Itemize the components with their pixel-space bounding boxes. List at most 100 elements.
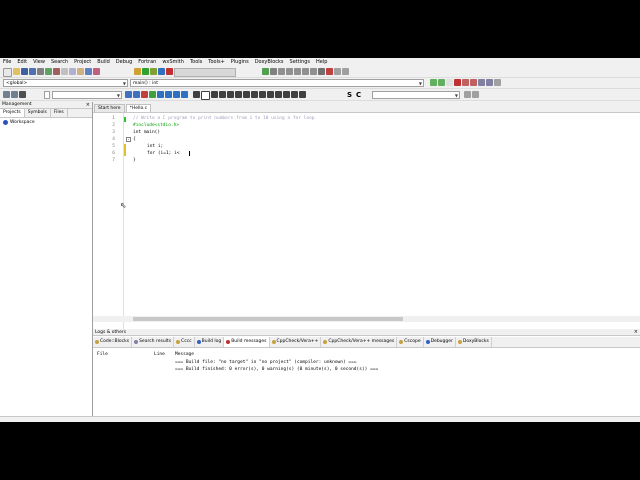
regex-combo[interactable]: ▼ [52, 91, 122, 99]
code-tool-7-icon[interactable] [173, 91, 180, 98]
new-file-icon[interactable] [3, 68, 12, 77]
code-tool-4-icon[interactable] [149, 91, 156, 98]
mini-combo[interactable] [44, 91, 50, 99]
stop-debug-icon[interactable] [326, 68, 333, 75]
code-tool-8-icon[interactable] [181, 91, 188, 98]
menu-tools-plus[interactable]: Tools+ [205, 58, 228, 66]
menu-edit[interactable]: Edit [14, 58, 30, 66]
step-out-icon[interactable] [294, 68, 301, 75]
tool-e-icon[interactable] [243, 91, 250, 98]
tool-g-icon[interactable] [259, 91, 266, 98]
save-icon[interactable] [21, 68, 28, 75]
cursor-icon[interactable] [193, 91, 200, 98]
tool-a-icon[interactable] [211, 91, 218, 98]
tool-f-icon[interactable] [251, 91, 258, 98]
tab-start-here[interactable]: Start here [94, 104, 125, 112]
tab-hello-c[interactable]: *Hello.c [125, 104, 152, 112]
editor-hscrollbar[interactable] [93, 316, 640, 322]
nav-forward-icon[interactable] [11, 91, 18, 98]
tab-codeblocks[interactable]: Code::Blocks [93, 337, 133, 347]
prev-bookmark-icon[interactable] [462, 79, 469, 86]
step-into-icon[interactable] [286, 68, 293, 75]
close-icon[interactable]: × [634, 329, 638, 336]
tab-cscope[interactable]: Cscope [397, 337, 424, 347]
debug-windows-icon[interactable] [334, 68, 341, 75]
scope-combo[interactable]: <global> ▼ [3, 79, 128, 87]
menu-wxsmith[interactable]: wxSmith [159, 58, 187, 66]
undo-icon[interactable] [45, 68, 52, 75]
function-combo[interactable]: main() : int ▼ [130, 79, 424, 87]
next-instruction-icon[interactable] [302, 68, 309, 75]
scroll-thumb[interactable] [133, 317, 403, 321]
zoom-out-icon[interactable] [299, 91, 306, 98]
column-header-file[interactable]: File [97, 352, 108, 357]
paste-icon[interactable] [77, 68, 84, 75]
code-tool-3-icon[interactable] [141, 91, 148, 98]
tab-build-messages[interactable]: Build messages [224, 337, 270, 347]
run-icon[interactable] [142, 68, 149, 75]
bold-s-button[interactable]: S [347, 91, 352, 99]
pause-icon[interactable] [318, 68, 325, 75]
tab-symbols[interactable]: Symbols [25, 109, 51, 117]
menu-view[interactable]: View [30, 58, 48, 66]
tool-h-icon[interactable] [267, 91, 274, 98]
fold-marker-icon[interactable]: - [126, 137, 131, 142]
debug-info-icon[interactable] [342, 68, 349, 75]
tab-cppcheck-messages[interactable]: CppCheck/Vera++ messages [321, 337, 398, 347]
goto-icon[interactable] [486, 79, 493, 86]
workspace-tree-item[interactable]: Workspace [0, 118, 92, 127]
tool-d-icon[interactable] [235, 91, 242, 98]
tool-c-icon[interactable] [227, 91, 234, 98]
bold-c-button[interactable]: C [356, 91, 361, 99]
menu-doxyblocks[interactable]: DoxyBlocks [252, 58, 287, 66]
tool-j-icon[interactable] [283, 91, 290, 98]
replace-icon[interactable] [93, 68, 100, 75]
menu-file[interactable]: File [0, 58, 14, 66]
open-folder-icon[interactable] [13, 68, 20, 75]
tab-cccc[interactable]: Cccc [174, 337, 195, 347]
tab-search-results[interactable]: Search results [132, 337, 175, 347]
rect-icon[interactable] [201, 91, 210, 100]
tool-b-icon[interactable] [219, 91, 226, 98]
debug-continue-icon[interactable] [262, 68, 269, 75]
zoom-in-icon[interactable] [291, 91, 298, 98]
menu-search[interactable]: Search [48, 58, 71, 66]
search-options-icon[interactable] [472, 91, 479, 98]
tab-projects[interactable]: Projects [0, 109, 25, 117]
menu-help[interactable]: Help [313, 58, 330, 66]
column-header-message[interactable]: Message [175, 352, 194, 357]
toggle-bookmark-icon[interactable] [454, 79, 461, 86]
search-go-icon[interactable] [464, 91, 471, 98]
cut-icon[interactable] [61, 68, 68, 75]
tool-i-icon[interactable] [275, 91, 282, 98]
build-gear-icon[interactable] [134, 68, 141, 75]
code-tool-6-icon[interactable] [165, 91, 172, 98]
tab-build-log[interactable]: Build log [195, 337, 225, 347]
tab-cppcheck[interactable]: CppCheck/Vera++ [270, 337, 322, 347]
nav-back-icon[interactable] [3, 91, 10, 98]
abort-icon[interactable] [166, 68, 173, 75]
next-line-icon[interactable] [278, 68, 285, 75]
options-icon[interactable] [494, 79, 501, 86]
run-to-cursor-icon[interactable] [270, 68, 277, 75]
tab-doxyblocks[interactable]: DoxyBlocks [456, 337, 492, 347]
rebuild-icon[interactable] [158, 68, 165, 75]
close-icon[interactable]: × [86, 102, 90, 108]
build-messages-list[interactable]: File Line Message === Build file: "no ta… [93, 348, 640, 416]
tag-icon[interactable] [19, 91, 26, 98]
code-tool-icon[interactable] [125, 91, 132, 98]
save-all-icon[interactable] [29, 68, 36, 75]
tab-files[interactable]: Files [51, 109, 68, 117]
menu-settings[interactable]: Settings [287, 58, 314, 66]
jump-forward-icon[interactable] [438, 79, 445, 86]
copy-icon[interactable] [69, 68, 76, 75]
menu-plugins[interactable]: Plugins [228, 58, 252, 66]
print-icon[interactable] [37, 68, 44, 75]
menu-tools[interactable]: Tools [187, 58, 205, 66]
build-run-icon[interactable] [150, 68, 157, 75]
column-header-line[interactable]: Line [154, 352, 165, 357]
code-tool-5-icon[interactable] [157, 91, 164, 98]
menu-debug[interactable]: Debug [113, 58, 135, 66]
build-target-combo[interactable] [174, 68, 236, 77]
redo-icon[interactable] [53, 68, 60, 75]
